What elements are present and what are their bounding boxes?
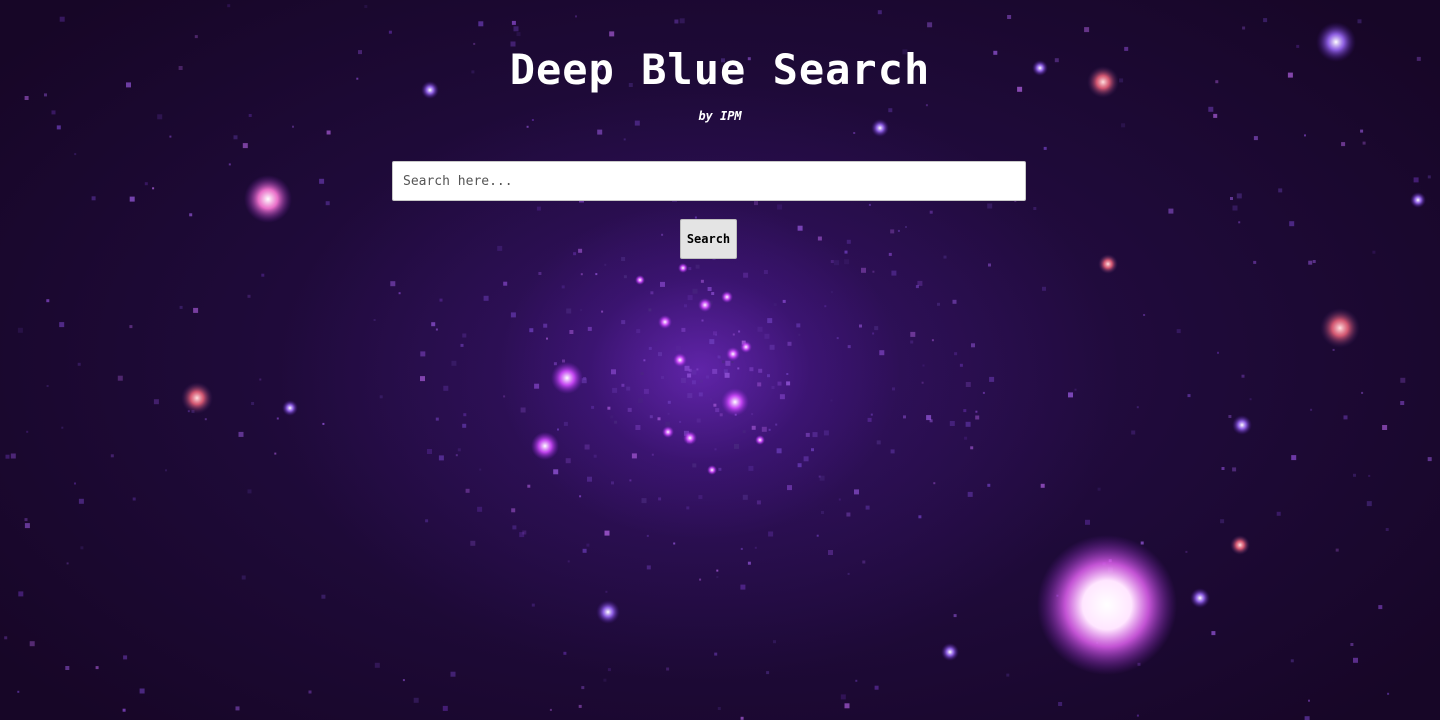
search-button[interactable]: Search (680, 219, 737, 259)
page-subtitle: by IPM (698, 109, 742, 123)
search-page: Deep Blue Search by IPM Search (0, 0, 1440, 720)
page-title: Deep Blue Search (509, 45, 931, 94)
search-input[interactable] (392, 161, 1026, 201)
